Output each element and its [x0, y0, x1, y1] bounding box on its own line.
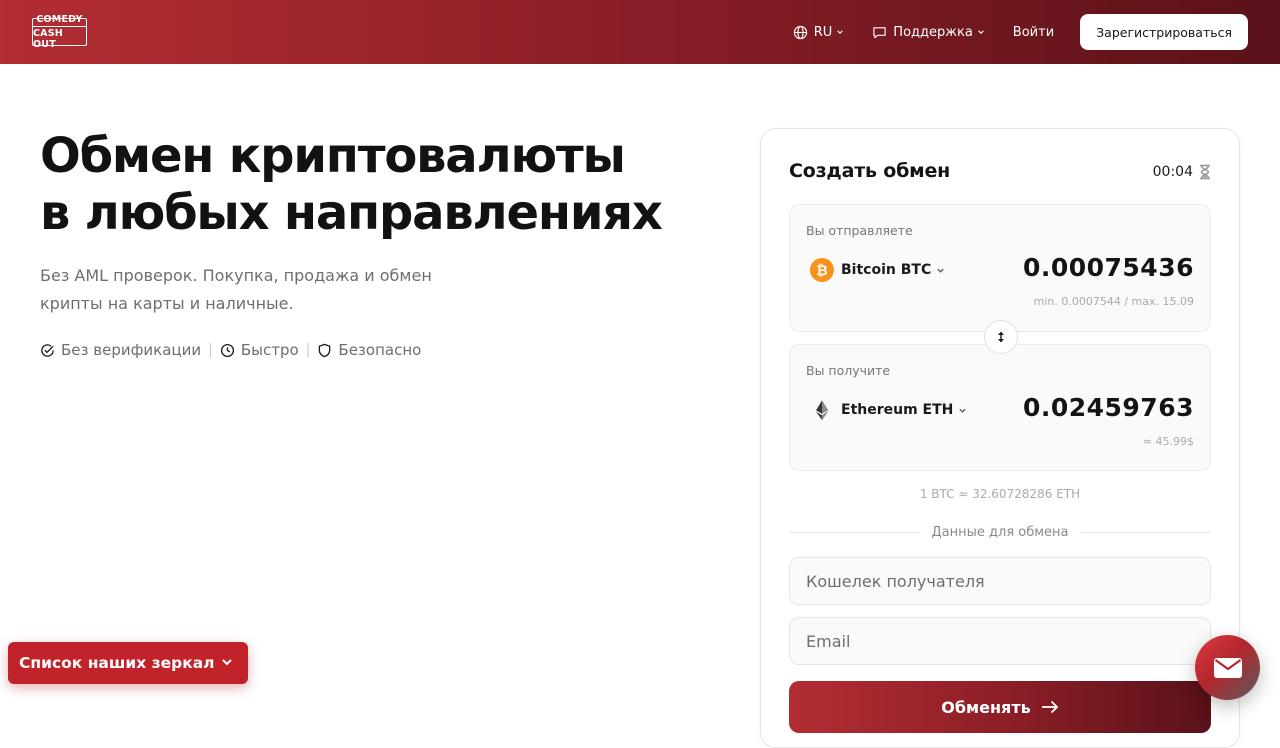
exchange-submit-label: Обменять [941, 697, 1031, 717]
feature-separator: | [208, 342, 213, 358]
shield-icon [319, 343, 331, 357]
login-link[interactable]: Войти [1013, 25, 1054, 40]
hourglass-icon [1200, 164, 1210, 180]
mail-icon [1213, 657, 1242, 678]
register-button[interactable]: Зарегистрироваться [1080, 14, 1248, 50]
feature-label: Безопасно [338, 341, 422, 359]
section-label: Данные для обмена [931, 524, 1069, 540]
bitcoin-icon: ₿ [810, 258, 834, 282]
hero-subtitle-line-1: Без AML проверок. Покупка, продажа и обм… [40, 266, 432, 285]
feature-secure: Безопасно [317, 341, 421, 359]
hero-title: Обмен криптовалюты в любых направлениях [40, 128, 720, 242]
mirrors-list-button[interactable]: Список наших зеркал [8, 642, 248, 684]
arrow-right-icon [1041, 700, 1058, 714]
swap-vertical-icon [998, 331, 1004, 343]
hero-title-line-1: Обмен криптовалюты [40, 128, 626, 184]
header-nav: RU Поддержка Войти Зарегистрироваться [793, 14, 1248, 50]
language-selector[interactable]: RU [793, 25, 845, 40]
clock-icon [220, 343, 234, 357]
send-amount[interactable]: 0.00075436 [1023, 253, 1194, 282]
send-coin-name: Bitcoin BTC [841, 262, 932, 278]
exchange-submit-button[interactable]: Обменять [789, 681, 1211, 733]
exchange-rate: 1 BTC ≈ 32.60728286 ETH [919, 487, 1081, 501]
feature-no-verification: Без верификации [40, 341, 201, 359]
chat-icon [873, 26, 886, 38]
send-coin-selector[interactable]: ₿ Bitcoin BTC [810, 258, 945, 282]
receive-usd-value: ≈ 45.99$ [1142, 435, 1194, 448]
timer-value: 00:04 [1152, 164, 1193, 180]
logo-line-1: COMEDY [33, 14, 86, 27]
hero-title-line-2: в любых направлениях [40, 185, 663, 241]
feature-list: Без верификации | Быстро | Безопасно [40, 341, 421, 359]
top-header: COMEDY CASH OUT RU Поддержка Войти Зарег… [0, 0, 1280, 64]
support-label: Поддержка [893, 24, 973, 40]
hero-subtitle: Без AML проверок. Покупка, продажа и обм… [40, 262, 480, 318]
send-box: Вы отправляете ₿ Bitcoin BTC 0.00075436 … [789, 204, 1211, 332]
mail-contact-button[interactable] [1195, 635, 1260, 700]
chevron-down-icon [959, 408, 967, 413]
recipient-wallet-input[interactable] [789, 557, 1211, 605]
send-label: Вы отправляете [806, 223, 913, 238]
receive-label: Вы получите [806, 363, 891, 378]
logo[interactable]: COMEDY CASH OUT [32, 14, 87, 50]
card-title: Создать обмен [789, 160, 951, 182]
exchange-timer: 00:04 [1153, 164, 1211, 180]
receive-coin-selector[interactable]: Ethereum ETH [810, 398, 967, 422]
support-menu[interactable]: Поддержка [872, 25, 985, 40]
feature-label: Без верификации [61, 341, 202, 359]
logo-line-2: CASH OUT [33, 28, 63, 50]
globe-icon [793, 25, 807, 39]
divider-line [1080, 531, 1212, 533]
feature-separator: | [305, 342, 311, 358]
feature-fast: Быстро [220, 341, 299, 359]
section-divider: Данные для обмена [789, 523, 1212, 541]
send-limits: min. 0.0007544 / max. 15.09 [1033, 295, 1194, 308]
language-label: RU [813, 24, 833, 40]
chevron-down-icon [978, 30, 984, 34]
hero-subtitle-line-2: крипты на карты и наличные. [40, 294, 294, 313]
receive-coin-name: Ethereum ETH [841, 402, 954, 418]
svg-text:₿: ₿ [816, 263, 827, 279]
ethereum-icon [816, 400, 828, 420]
divider-line [789, 531, 920, 533]
feature-label: Быстро [240, 341, 299, 359]
receive-amount: 0.02459763 [1022, 393, 1194, 422]
chevron-down-icon [937, 268, 944, 273]
check-circle-icon [41, 343, 54, 357]
chevron-down-icon [837, 30, 844, 34]
chevron-down-icon [222, 659, 232, 666]
swap-direction-button[interactable] [984, 320, 1018, 354]
email-input[interactable] [789, 617, 1211, 665]
mirrors-list-label: Список наших зеркал [19, 654, 215, 672]
receive-box: Вы получите Ethereum ETH 0.02459763 ≈ 45… [789, 344, 1211, 471]
exchange-card: Создать обмен 00:04 Вы отправляете ₿ Bit… [760, 128, 1240, 748]
